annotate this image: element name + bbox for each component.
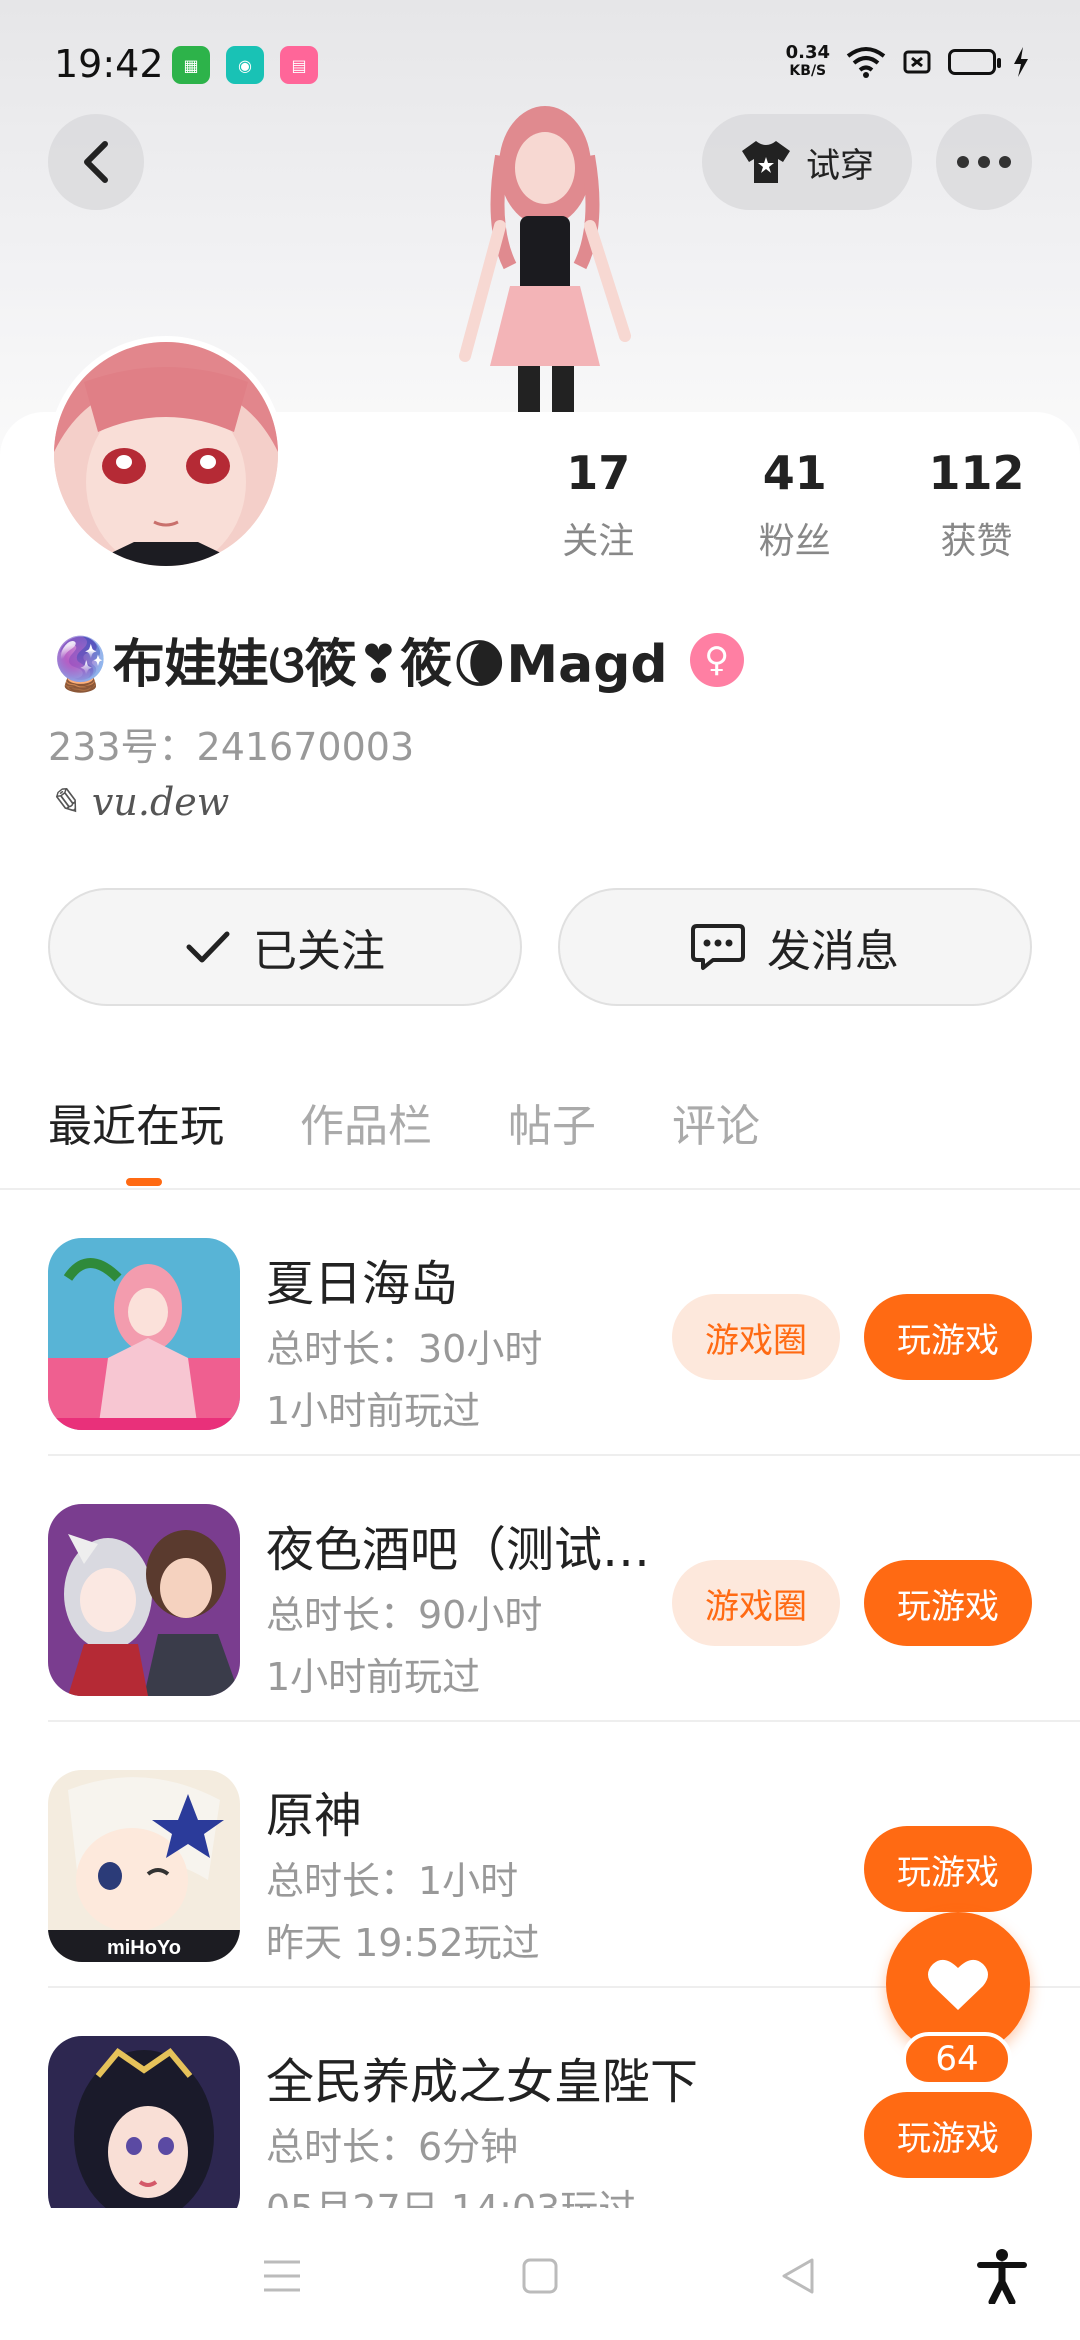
followed-label: 已关注 (253, 926, 385, 977)
message-label: 发消息 (767, 926, 899, 977)
avatar[interactable] (48, 336, 284, 572)
like-count: 64 (902, 2032, 1012, 2086)
game-icon (48, 1238, 240, 1430)
stat-label: 关注 (562, 521, 635, 562)
system-nav-bar (0, 2208, 1080, 2340)
stat-following[interactable]: 17 关注 (500, 446, 696, 564)
more-button[interactable] (936, 114, 1032, 210)
stat-value: 17 (566, 446, 631, 500)
status-time: 19:42 (54, 42, 164, 86)
status-right: 0.34 KB/S (786, 44, 1030, 80)
game-circle-button[interactable]: 游戏圈 (672, 1560, 840, 1646)
female-icon: ♀ (689, 632, 744, 687)
followed-button[interactable]: 已关注 (48, 888, 522, 1006)
game-icon (48, 1504, 240, 1696)
game-last-played: 1小时前玩过 (266, 1655, 481, 1699)
app-bilibili-icon: ▤ (280, 46, 318, 84)
nickname-text: 🔮布娃娃ଓ筱❣筱🌘Magd (48, 635, 668, 695)
game-circle-button[interactable]: 游戏圈 (672, 1294, 840, 1380)
avatar-image (54, 342, 278, 566)
tab-recent-play[interactable]: 最近在玩 (48, 1090, 224, 1154)
app-green-icon: ▦ (172, 46, 210, 84)
game-title: 夜色酒吧（测试… (266, 1522, 651, 1578)
heart-icon (928, 1959, 988, 2010)
more-icon (957, 156, 1011, 168)
wifi-icon (846, 47, 886, 78)
mihoyo-logo: miHoYo (107, 1937, 181, 1959)
game-icon (48, 2036, 240, 2208)
play-game-button[interactable]: 玩游戏 (864, 1560, 1032, 1646)
game-title: 夏日海岛 (266, 1256, 459, 1312)
tshirt-icon (742, 141, 790, 183)
stat-value: 112 (928, 446, 1025, 500)
play-game-button[interactable]: 玩游戏 (864, 1294, 1032, 1380)
profile-stats: 17 关注 41 粉丝 112 获赞 (500, 446, 1060, 564)
stat-likes[interactable]: 112 获赞 (893, 446, 1060, 564)
try-on-button[interactable]: 试穿 (702, 114, 912, 210)
menu-icon[interactable] (252, 2246, 312, 2306)
game-row-summer-island[interactable]: 夏日海岛 总时长：30小时 1小时前玩过 游戏圈 玩游戏 (48, 1190, 1080, 1456)
nickname: 🔮布娃娃ଓ筱❣筱🌘Magd ♀ (48, 622, 744, 697)
game-icon: miHoYo (48, 1770, 240, 1962)
battery-icon (948, 49, 1001, 75)
stat-followers[interactable]: 41 粉丝 (696, 446, 892, 564)
stat-value: 41 (762, 446, 827, 500)
back-nav-icon[interactable] (768, 2246, 828, 2306)
tab-comments[interactable]: 评论 (672, 1090, 760, 1154)
game-duration: 总时长：30小时 (266, 1327, 543, 1371)
accessibility-icon[interactable] (972, 2246, 1032, 2306)
network-speed: 0.34 KB/S (785, 42, 830, 80)
game-last-played: 1小时前玩过 (266, 1389, 481, 1433)
sim-icon (903, 50, 931, 74)
play-game-button[interactable]: 玩游戏 (864, 2092, 1032, 2178)
game-last-played: 05月27日 14:03玩过 (266, 2178, 636, 2208)
character-figure (459, 106, 631, 426)
check-icon (186, 931, 230, 963)
home-icon[interactable] (510, 2246, 570, 2306)
play-game-button[interactable]: 玩游戏 (864, 1826, 1032, 1912)
chat-icon (691, 924, 745, 970)
chevron-left-icon (84, 141, 108, 183)
try-on-label: 试穿 (806, 145, 874, 186)
charging-icon (1014, 47, 1028, 77)
game-title: 原神 (266, 1788, 363, 1844)
message-button[interactable]: 发消息 (558, 888, 1032, 1006)
signature: ✎ vu.dew (48, 780, 230, 824)
notification-icons: ▦ ◉ ▤ (172, 46, 318, 84)
app-teal-icon: ◉ (226, 46, 264, 84)
user-id: 233号：241670003 (48, 725, 415, 769)
game-duration: 总时长：1小时 (266, 1859, 519, 1903)
game-row-night-bar[interactable]: 夜色酒吧（测试… 总时长：90小时 1小时前玩过 游戏圈 玩游戏 (48, 1456, 1080, 1722)
stat-label: 获赞 (940, 521, 1013, 562)
profile-tabs: 最近在玩 作品栏 帖子 评论 (48, 1090, 760, 1154)
stat-label: 粉丝 (758, 521, 831, 562)
game-title: 全民养成之女皇陛下 (266, 2054, 699, 2110)
game-duration: 总时长：6分钟 (266, 2125, 519, 2169)
active-tab-indicator (126, 1178, 162, 1186)
game-duration: 总时长：90小时 (266, 1593, 543, 1637)
back-button[interactable] (48, 114, 144, 210)
tab-posts[interactable]: 帖子 (508, 1090, 596, 1154)
tab-works[interactable]: 作品栏 (300, 1090, 432, 1154)
game-last-played: 昨天 19:52玩过 (266, 1921, 540, 1965)
